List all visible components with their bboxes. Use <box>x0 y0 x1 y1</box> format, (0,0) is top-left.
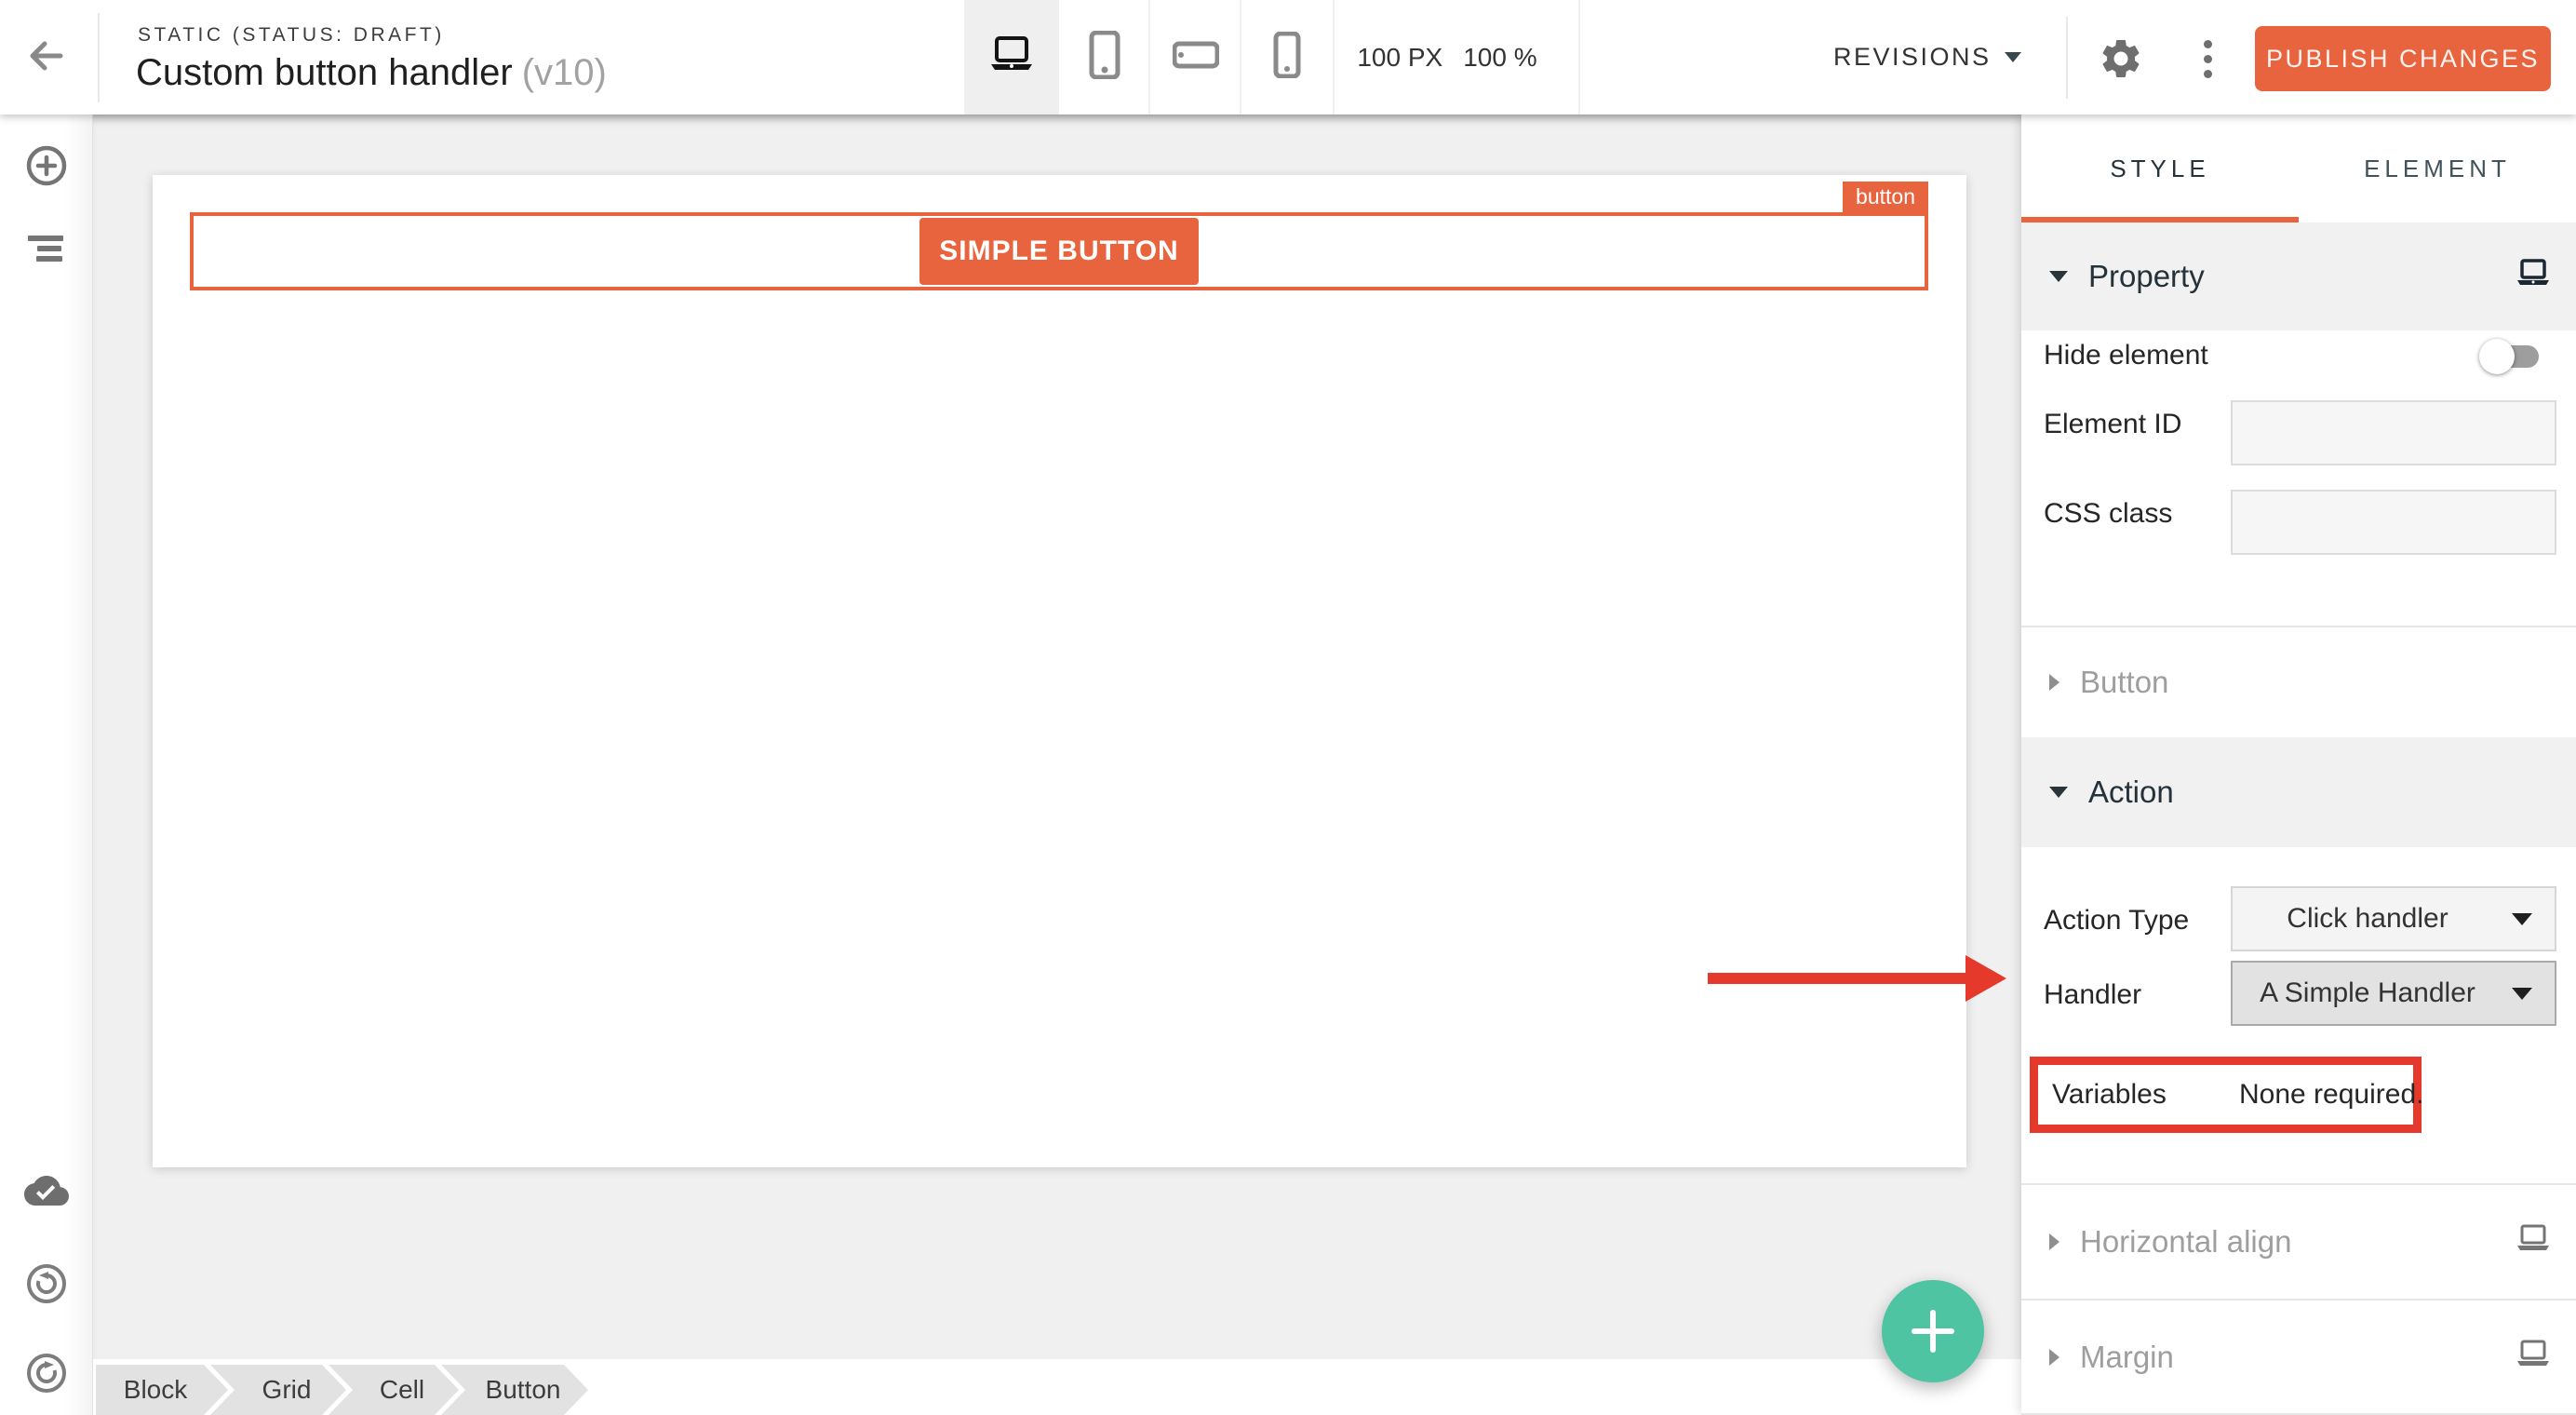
tablet-icon <box>1088 31 1121 84</box>
add-element-button[interactable] <box>0 144 93 192</box>
section-title: Property <box>2088 259 2205 294</box>
breadcrumb: Block Grid Cell Button <box>93 1359 2021 1415</box>
chevron-down-icon <box>2512 913 2532 925</box>
section-title: Horizontal align <box>2080 1224 2291 1260</box>
element-id-label: Element ID <box>2044 409 2181 440</box>
redo-icon <box>24 1351 69 1400</box>
variables-label: Variables <box>2052 1079 2167 1111</box>
preview-page[interactable]: button SIMPLE BUTTON <box>153 175 1966 1167</box>
section-horizontal-align[interactable]: Horizontal align <box>2021 1185 2576 1299</box>
divider <box>2066 17 2068 99</box>
action-type-label: Action Type <box>2044 905 2189 937</box>
hide-element-toggle[interactable] <box>2487 345 2539 368</box>
kebab-menu-icon <box>2204 40 2212 78</box>
divider <box>1578 0 1580 115</box>
simple-button-element[interactable]: SIMPLE BUTTON <box>919 218 1199 285</box>
chevron-right-icon <box>2049 674 2059 691</box>
version-label: (v10) <box>522 52 607 93</box>
chevron-down-icon <box>2005 52 2021 62</box>
section-title: Margin <box>2080 1340 2174 1375</box>
laptop-icon <box>987 35 1036 79</box>
breadcrumb-item-cell[interactable]: Cell <box>329 1365 459 1415</box>
back-button[interactable] <box>17 32 73 84</box>
device-desktop-button[interactable] <box>966 0 1057 115</box>
mobile-portrait-icon <box>1273 32 1301 83</box>
device-mobile-portrait-button[interactable] <box>1241 0 1333 115</box>
content-status-label: STATIC (STATUS: DRAFT) <box>138 24 445 47</box>
chevron-right-icon <box>2049 1233 2059 1250</box>
laptop-icon <box>2515 259 2552 294</box>
handler-label: Handler <box>2044 979 2141 1011</box>
revisions-dropdown[interactable]: REVISIONS <box>1833 0 2021 115</box>
style-panel: STYLE ELEMENT Property Hide element Elem… <box>2021 115 2576 1415</box>
action-type-value: Click handler <box>2287 903 2448 935</box>
add-circle-icon <box>25 144 68 192</box>
handler-value: A Simple Handler <box>2260 977 2475 1009</box>
arrow-left-icon <box>20 32 69 85</box>
tab-style[interactable]: STYLE <box>2021 115 2299 222</box>
divider <box>1333 0 1335 115</box>
undo-button[interactable] <box>0 1261 93 1311</box>
hide-element-label: Hide element <box>2044 340 2208 371</box>
viewport-size-readout: 100 PX 100 % <box>1340 0 1554 115</box>
section-action[interactable]: Action <box>2021 737 2576 847</box>
more-options-button[interactable] <box>2193 34 2222 84</box>
handler-select[interactable]: A Simple Handler <box>2231 961 2556 1026</box>
breadcrumb-item-block[interactable]: Block <box>96 1365 228 1415</box>
annotation-highlight-box: Variables None required. <box>2030 1057 2422 1133</box>
viewport-zoom-value: 100 % <box>1463 43 1536 73</box>
viewport-width-value: 100 PX <box>1357 43 1442 73</box>
device-mobile-landscape-button[interactable] <box>1150 0 1241 115</box>
selected-element-outline[interactable]: button SIMPLE BUTTON <box>190 212 1928 290</box>
revisions-label: REVISIONS <box>1833 43 1992 72</box>
undo-icon <box>24 1261 69 1311</box>
mobile-landscape-icon <box>1173 40 1219 74</box>
variables-value: None required. <box>2239 1079 2423 1111</box>
toggle-knob <box>2479 339 2515 374</box>
css-class-label: CSS class <box>2044 498 2172 530</box>
annotation-arrow-icon <box>1708 955 2006 1002</box>
section-title: Button <box>2080 665 2168 700</box>
chevron-down-icon <box>2049 787 2068 798</box>
tab-element[interactable]: ELEMENT <box>2299 115 2576 222</box>
device-tablet-button[interactable] <box>1059 0 1150 115</box>
layers-icon <box>28 234 65 263</box>
breadcrumb-item-grid[interactable]: Grid <box>210 1365 346 1415</box>
left-sidebar <box>0 115 93 1415</box>
chevron-right-icon <box>2049 1349 2059 1366</box>
action-type-select[interactable]: Click handler <box>2231 886 2556 951</box>
cloud-check-icon <box>22 1172 71 1214</box>
gear-icon <box>2098 70 2144 86</box>
element-type-badge: button <box>1843 182 1928 212</box>
page-title-text: Custom button handler <box>136 52 513 93</box>
redo-button[interactable] <box>0 1351 93 1400</box>
section-title: Action <box>2088 775 2174 810</box>
settings-button[interactable] <box>2098 35 2144 82</box>
topbar: STATIC (STATUS: DRAFT) Custom button han… <box>0 0 2576 115</box>
layers-button[interactable] <box>0 234 93 276</box>
save-status-indicator <box>0 1172 93 1214</box>
laptop-icon <box>2515 1224 2552 1260</box>
breadcrumb-item-button[interactable]: Button <box>441 1365 588 1415</box>
chevron-down-icon <box>2512 988 2532 1000</box>
page-title: Custom button handler(v10) <box>136 52 607 94</box>
css-class-input[interactable] <box>2231 490 2556 555</box>
publish-changes-button[interactable]: PUBLISH CHANGES <box>2255 26 2551 91</box>
section-button[interactable]: Button <box>2021 627 2576 737</box>
laptop-icon <box>2515 1340 2552 1375</box>
section-margin[interactable]: Margin <box>2021 1300 2576 1414</box>
app-window: STATIC (STATUS: DRAFT) Custom button han… <box>0 0 2576 1415</box>
section-property[interactable]: Property <box>2021 222 2576 330</box>
editor-canvas[interactable]: button SIMPLE BUTTON Block Grid Cell But… <box>93 115 2021 1415</box>
add-content-fab[interactable] <box>1882 1280 1984 1382</box>
element-id-input[interactable] <box>2231 400 2556 465</box>
divider <box>98 13 100 102</box>
panel-tabs: STYLE ELEMENT <box>2021 115 2576 222</box>
chevron-down-icon <box>2049 271 2068 282</box>
